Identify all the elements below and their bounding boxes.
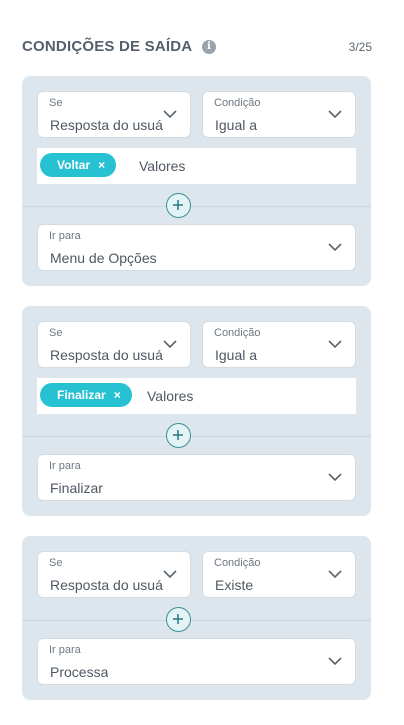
condition-select[interactable]: Condição Igual a [202, 321, 356, 368]
se-value: Resposta do usuário [50, 347, 163, 363]
plus-icon [173, 200, 183, 210]
chevron-down-icon [328, 340, 342, 349]
condition-label: Condição [214, 327, 261, 339]
se-label: Se [49, 557, 63, 569]
chevron-down-icon [328, 570, 342, 579]
condition-card: Se Resposta do usuário Condição Igual a … [22, 76, 371, 286]
info-icon[interactable]: i [202, 40, 216, 54]
plus-icon [173, 614, 183, 624]
condition-value: Igual a [215, 117, 258, 133]
se-select[interactable]: Se Resposta do usuário [37, 91, 191, 138]
plus-icon [173, 430, 183, 440]
section-header: CONDIÇÕES DE SAÍDA i 3/25 [22, 38, 372, 56]
condition-value: Existe [215, 577, 254, 593]
chip-label: Voltar [57, 158, 91, 172]
chip-label: Finalizar [57, 388, 106, 402]
condition-select[interactable]: Condição Existe [202, 551, 356, 598]
value-chip: Voltar × [40, 153, 117, 177]
ir-para-label: Ir para [49, 460, 81, 472]
chevron-down-icon [328, 473, 342, 482]
values-input[interactable]: Finalizar × Valores [37, 378, 356, 414]
ir-para-value: Menu de Opções [50, 250, 157, 266]
chevron-down-icon [328, 243, 342, 252]
values-input[interactable]: Voltar × Valores [37, 148, 356, 184]
values-placeholder: Valores [139, 158, 186, 174]
ir-para-select[interactable]: Ir para Processa [37, 638, 356, 685]
ir-para-value: Finalizar [50, 480, 103, 496]
values-placeholder: Valores [147, 388, 194, 404]
close-icon[interactable]: × [98, 153, 105, 177]
add-rule-button[interactable] [166, 423, 191, 448]
conditions-counter: 3/25 [348, 40, 372, 54]
condition-select[interactable]: Condição Igual a [202, 91, 356, 138]
se-label: Se [49, 97, 63, 109]
chevron-down-icon [163, 340, 177, 349]
value-chip: Finalizar × [40, 383, 132, 407]
chevron-down-icon [328, 657, 342, 666]
se-value: Resposta do usuário [50, 577, 163, 593]
ir-para-select[interactable]: Ir para Finalizar [37, 454, 356, 501]
se-select[interactable]: Se Resposta do usuário [37, 551, 191, 598]
condition-card: Se Resposta do usuário Condição Existe I… [22, 536, 371, 700]
condition-label: Condição [214, 557, 261, 569]
condition-label: Condição [214, 97, 261, 109]
divider [22, 206, 371, 207]
add-rule-button[interactable] [166, 193, 191, 218]
condition-card: Se Resposta do usuário Condição Igual a … [22, 306, 371, 516]
se-label: Se [49, 327, 63, 339]
divider [22, 620, 371, 621]
chevron-down-icon [163, 570, 177, 579]
se-select[interactable]: Se Resposta do usuário [37, 321, 191, 368]
chevron-down-icon [163, 110, 177, 119]
add-rule-button[interactable] [166, 607, 191, 632]
condition-value: Igual a [215, 347, 258, 363]
ir-para-label: Ir para [49, 230, 81, 242]
chevron-down-icon [328, 110, 342, 119]
ir-para-value: Processa [50, 664, 109, 680]
close-icon[interactable]: × [114, 383, 121, 407]
ir-para-label: Ir para [49, 644, 81, 656]
ir-para-select[interactable]: Ir para Menu de Opções [37, 224, 356, 271]
divider [22, 436, 371, 437]
section-title: CONDIÇÕES DE SAÍDA [22, 38, 193, 55]
se-value: Resposta do usuário [50, 117, 163, 133]
